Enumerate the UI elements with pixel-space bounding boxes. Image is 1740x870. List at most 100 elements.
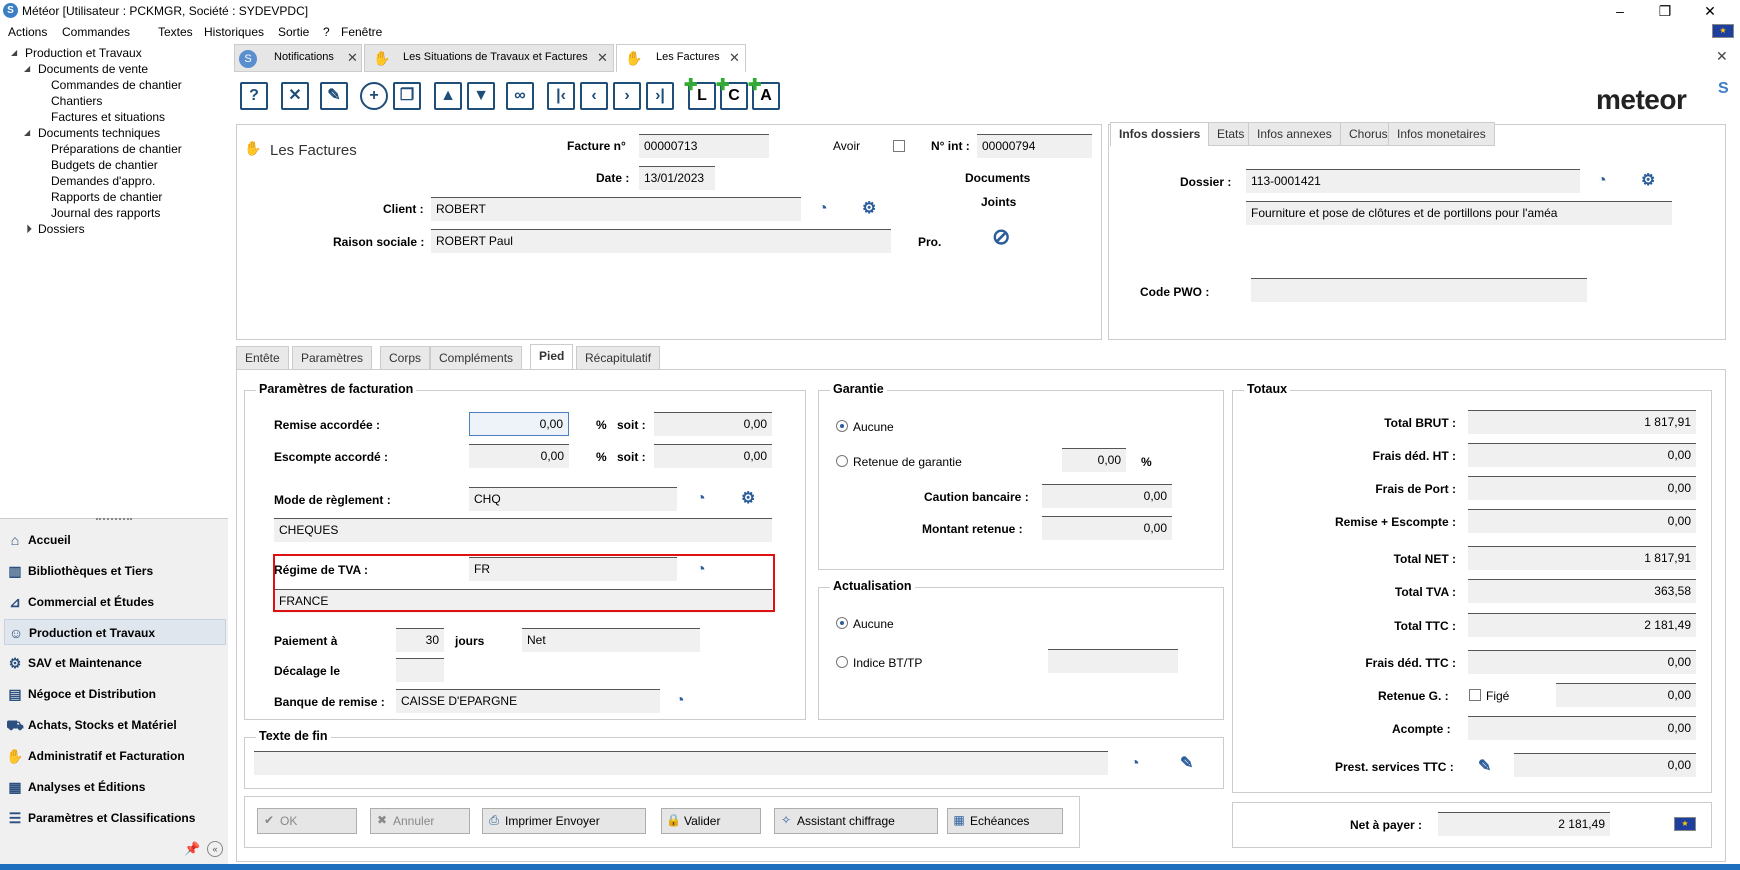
collapse-panel-icon[interactable]: « <box>207 841 223 857</box>
date-field[interactable]: 13/01/2023 <box>639 166 715 190</box>
close-tab-icon[interactable]: ✕ <box>597 51 608 65</box>
close-tab-icon[interactable]: ✕ <box>729 51 740 65</box>
nav-production[interactable]: ☺ Production et Travaux <box>4 619 226 645</box>
gear-icon[interactable]: ⚙ <box>1641 170 1655 190</box>
tab-recapitulatif[interactable]: Récapitulatif <box>576 346 661 370</box>
move-up-icon[interactable]: ▲ <box>434 82 462 110</box>
escompte-field[interactable]: 0,00 <box>469 444 569 468</box>
client-field[interactable]: ROBERT <box>431 197 801 221</box>
retenue-radio[interactable] <box>836 455 848 467</box>
tree-factures[interactable]: Factures et situations <box>51 110 165 124</box>
echeances-button[interactable]: ▦ Echéances <box>947 808 1063 834</box>
menu-actions[interactable]: Actions <box>8 25 47 39</box>
assistant-button[interactable]: ✧ Assistant chiffrage <box>774 808 938 834</box>
lookup-icon[interactable]: ◔ <box>818 200 828 218</box>
search-icon[interactable]: ∞ <box>506 82 534 110</box>
banque-field[interactable]: CAISSE D'EPARGNE <box>396 689 660 713</box>
tree-commandes[interactable]: Commandes de chantier <box>51 78 182 92</box>
remise-soit-field[interactable]: 0,00 <box>654 412 772 436</box>
tree-docs-tech[interactable]: Documents techniques <box>38 126 160 140</box>
delete-icon[interactable]: ✕ <box>281 82 309 110</box>
montant-retenue-field[interactable]: 0,00 <box>1042 516 1172 540</box>
tree-rapports[interactable]: Rapports de chantier <box>51 190 162 204</box>
paperclip-icon[interactable]: ⊘ <box>992 224 1010 250</box>
tab-infos-annexes[interactable]: Infos annexes <box>1248 122 1341 146</box>
indice-field[interactable] <box>1048 649 1178 673</box>
tab-situations[interactable]: ✋ Les Situations de Travaux et Factures … <box>364 44 614 72</box>
indice-radio[interactable] <box>836 656 848 668</box>
lookup-icon[interactable]: ◔ <box>675 692 685 710</box>
collapsed-icon[interactable]: ◢ <box>22 223 33 234</box>
gear-icon[interactable]: ⚙ <box>862 198 876 218</box>
dossier-field[interactable]: 113-0001421 <box>1246 169 1580 193</box>
paiement-field[interactable]: 30 <box>396 628 444 652</box>
nav-negoce[interactable]: ▤ Négoce et Distribution <box>4 681 226 707</box>
tab-pied[interactable]: Pied <box>530 344 574 370</box>
retenue-field[interactable]: 0,00 <box>1062 448 1126 472</box>
menu-historiques[interactable]: Historiques <box>204 25 264 39</box>
code-pwo-field[interactable] <box>1251 278 1587 302</box>
restore-button[interactable]: ❐ <box>1645 1 1685 21</box>
expanded-icon[interactable]: ◢ <box>24 64 30 73</box>
move-down-icon[interactable]: ▼ <box>467 82 495 110</box>
panel-splitter[interactable] <box>96 518 132 522</box>
edit-icon[interactable]: ✎ <box>1478 756 1491 776</box>
add-a-icon[interactable]: ✚ A <box>748 77 780 110</box>
tab-etats[interactable]: Etats <box>1208 122 1254 146</box>
edit-icon[interactable]: ✎ <box>1180 753 1193 773</box>
add-icon[interactable]: + <box>360 82 388 110</box>
nav-administratif[interactable]: ✋ Administratif et Facturation <box>4 743 226 769</box>
tree-demandes[interactable]: Demandes d'appro. <box>51 174 155 188</box>
nav-parametres[interactable]: ☰ Paramètres et Classifications <box>4 805 226 831</box>
menu-textes[interactable]: Textes <box>158 25 193 39</box>
raison-sociale-field[interactable]: ROBERT Paul <box>431 229 891 253</box>
escompte-soit-field[interactable]: 0,00 <box>654 444 772 468</box>
caution-field[interactable]: 0,00 <box>1042 484 1172 508</box>
tab-complements[interactable]: Compléments <box>430 346 523 370</box>
menu-help[interactable]: ? <box>323 25 330 39</box>
actualisation-aucune-radio[interactable] <box>836 617 848 629</box>
minimize-button[interactable]: – <box>1600 1 1640 21</box>
tree-dossiers[interactable]: Dossiers <box>38 222 85 236</box>
last-record-icon[interactable]: ›| <box>646 82 674 110</box>
terme-field[interactable]: Net <box>522 628 700 652</box>
validate-button[interactable]: 🔒 Valider <box>661 808 761 834</box>
eu-flag-icon[interactable]: ★ <box>1674 817 1696 831</box>
lookup-icon[interactable]: ◔ <box>696 490 706 508</box>
tab-infos-dossiers[interactable]: Infos dossiers <box>1110 122 1210 146</box>
remise-field[interactable]: 0,00 <box>469 412 569 436</box>
tab-infos-monetaires[interactable]: Infos monetaires <box>1388 122 1495 146</box>
menu-fenetre[interactable]: Fenêtre <box>341 25 382 39</box>
tree-budgets[interactable]: Budgets de chantier <box>51 158 158 172</box>
texte-fin-field[interactable] <box>254 751 1108 775</box>
facture-number-field[interactable]: 00000713 <box>639 134 769 158</box>
nav-accueil[interactable]: ⌂ Accueil <box>4 527 226 553</box>
expanded-icon[interactable]: ◢ <box>11 48 17 57</box>
tab-factures[interactable]: ✋ Les Factures ✕ <box>616 44 746 72</box>
tree-docs-vente[interactable]: Documents de vente <box>38 62 148 76</box>
nav-analyses[interactable]: ▦ Analyses et Éditions <box>4 774 226 800</box>
help-icon[interactable]: ? <box>240 82 268 110</box>
ok-button[interactable]: ✔ OK <box>257 808 357 834</box>
print-send-button[interactable]: ⎙ Imprimer Envoyer <box>482 808 646 834</box>
pin-icon[interactable]: 📌 <box>184 841 200 857</box>
nav-achats[interactable]: ⛟ Achats, Stocks et Matériel <box>4 712 226 738</box>
tree-journal[interactable]: Journal des rapports <box>51 206 160 220</box>
nint-field[interactable]: 00000794 <box>977 134 1092 158</box>
close-window-button[interactable]: ✕ <box>1690 1 1730 21</box>
tab-notifications[interactable]: S Notifications ✕ <box>234 44 362 72</box>
acompte-field[interactable]: 0,00 <box>1468 716 1696 740</box>
next-record-icon[interactable]: › <box>613 82 641 110</box>
close-tab-icon[interactable]: ✕ <box>347 51 358 65</box>
tree-chantiers[interactable]: Chantiers <box>51 94 102 108</box>
add-c-icon[interactable]: ✚ C <box>716 77 748 110</box>
prest-field[interactable]: 0,00 <box>1514 753 1696 777</box>
edit-icon[interactable]: ✎ <box>320 82 348 110</box>
retenue-g-field[interactable]: 0,00 <box>1556 683 1696 707</box>
fige-checkbox[interactable] <box>1469 689 1481 701</box>
close-all-tabs-icon[interactable]: ✕ <box>1716 48 1728 65</box>
mode-reglement-field[interactable]: CHQ <box>469 487 677 511</box>
cancel-button[interactable]: ✖ Annuler <box>370 808 470 834</box>
tree-preparations[interactable]: Préparations de chantier <box>51 142 182 156</box>
tab-parametres[interactable]: Paramètres <box>292 346 373 370</box>
